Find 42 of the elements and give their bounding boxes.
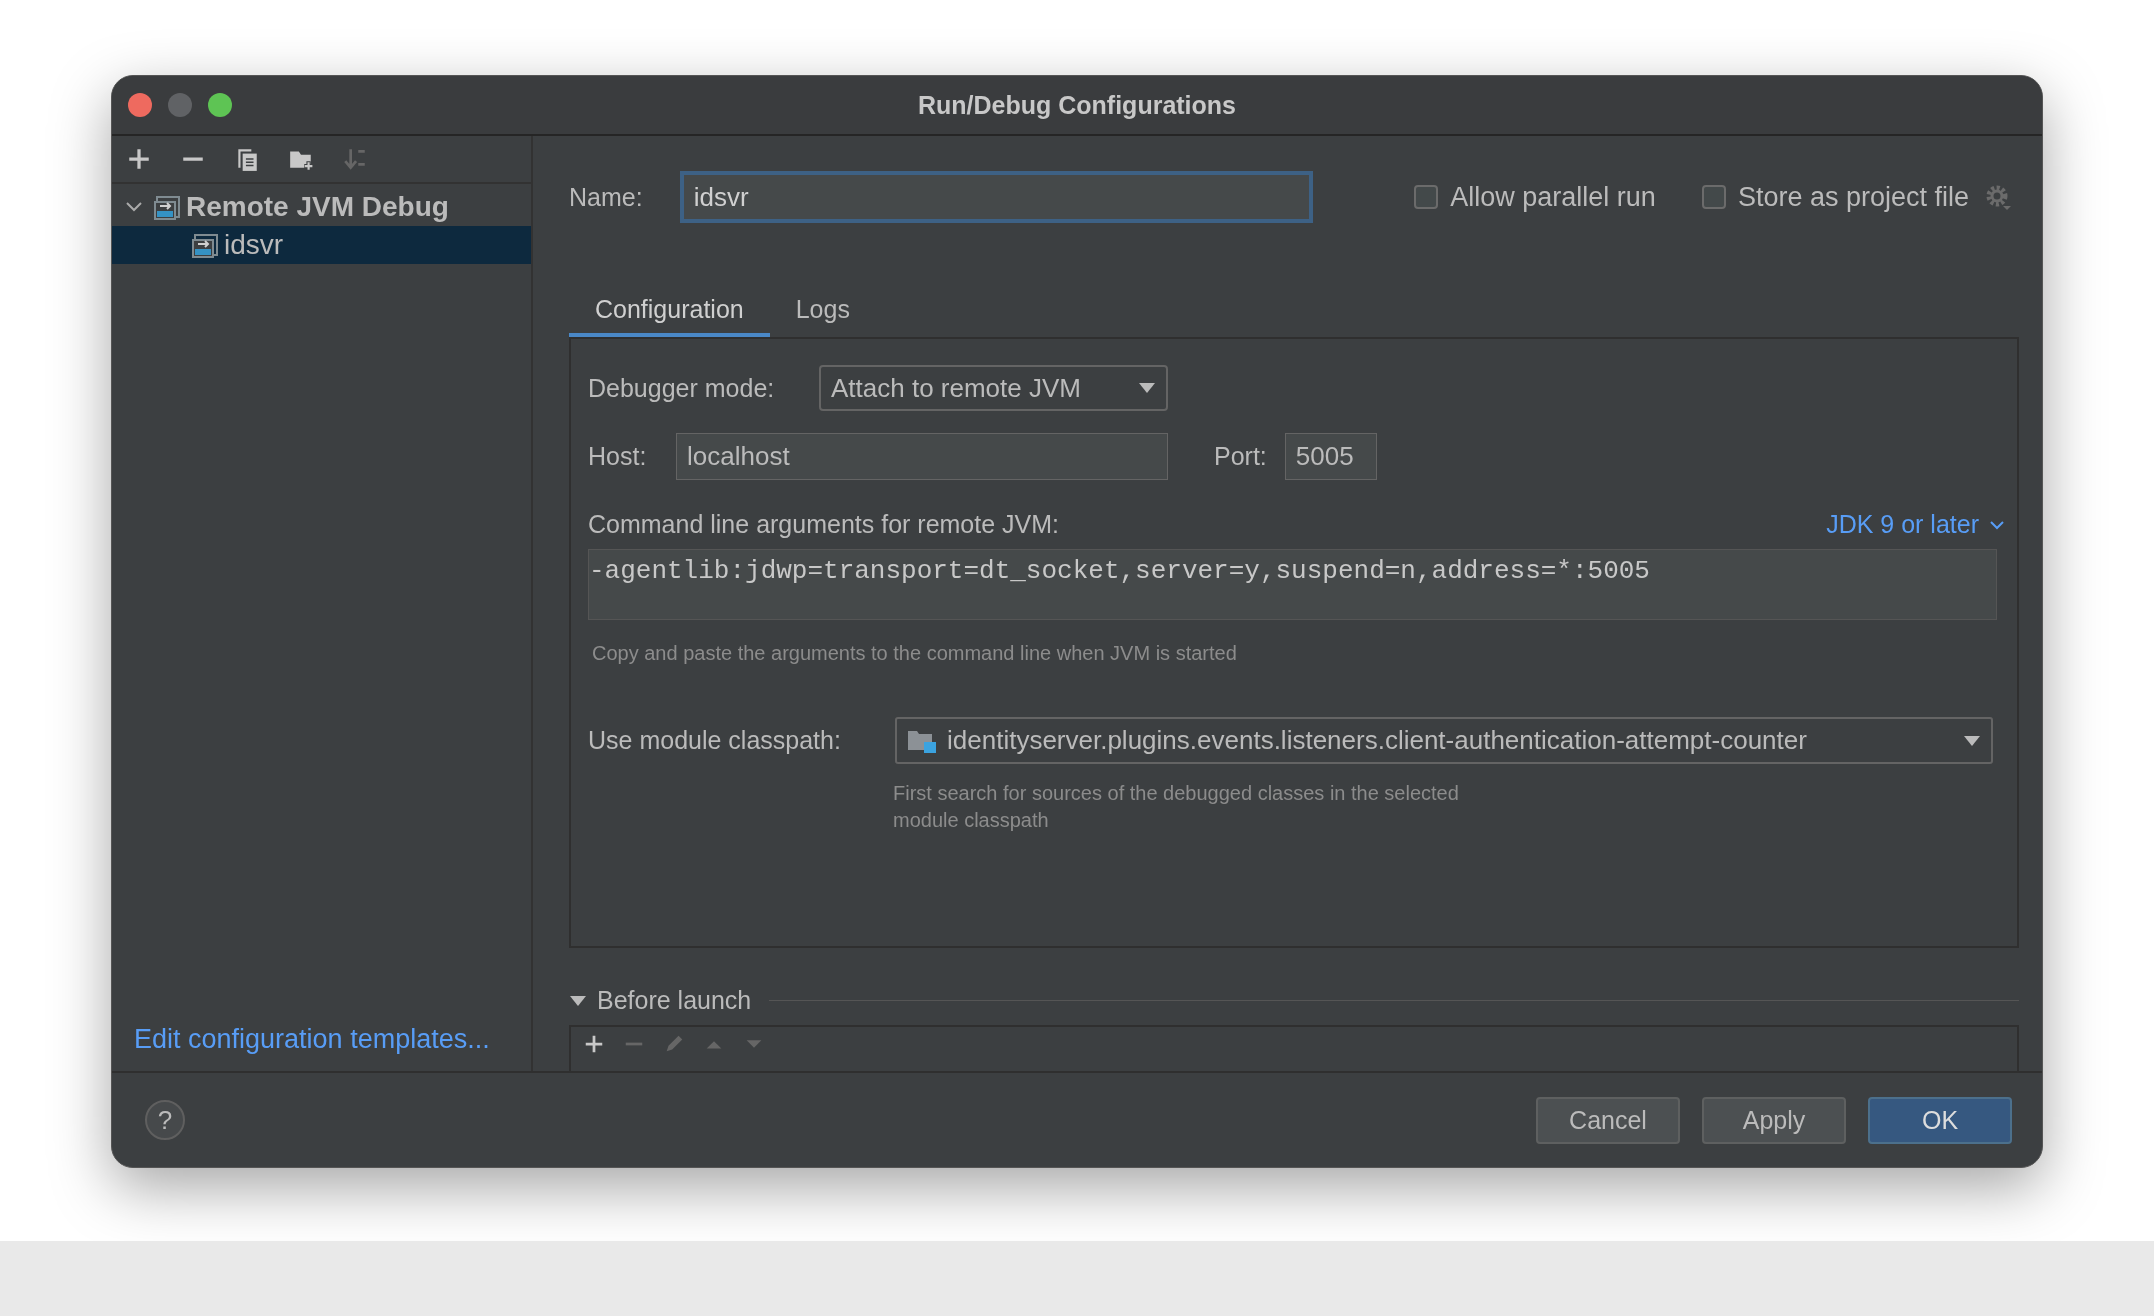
dialog-button[interactable]: OK — [1868, 1096, 2012, 1144]
window-title: Run/Debug Configurations — [918, 90, 1236, 119]
tree-item[interactable]: Remote JVM Debug — [112, 188, 531, 226]
checkbox[interactable] — [1701, 185, 1726, 209]
tree-item[interactable]: idsvr — [112, 226, 531, 264]
collapse-triangle-icon[interactable] — [569, 993, 587, 1008]
zoom-button[interactable] — [208, 93, 232, 117]
field-label: Use module classpath: — [588, 726, 841, 755]
close-button[interactable] — [128, 93, 152, 117]
debug-config-icon — [154, 194, 182, 220]
caret-icon — [1138, 382, 1156, 394]
edit-templates-link[interactable]: Edit configuration templates... — [112, 1024, 531, 1071]
tab[interactable]: Logs — [769, 285, 876, 337]
field-label: Command line arguments for remote JVM: — [588, 510, 1059, 539]
section-title: Before launch — [597, 986, 752, 1015]
debugger-mode-dropdown[interactable]: Attach to remote JVM — [819, 365, 1168, 411]
debug-config-icon — [192, 232, 220, 258]
name-field[interactable]: idsvr — [679, 171, 1313, 223]
hint-text: Copy and paste the arguments to the command line when JVM is started — [592, 642, 1238, 665]
checkbox-label: Allow parallel run — [1450, 181, 1656, 213]
field-label: Host: — [588, 442, 648, 471]
help-button[interactable]: ? — [145, 1100, 185, 1140]
add-icon[interactable] — [126, 146, 152, 172]
name-label: Name: — [569, 182, 643, 212]
module-dropdown[interactable]: identityserver.plugins.events.listeners.client-authentication-attempt-counter — [895, 717, 1993, 764]
add-icon[interactable] — [583, 1033, 605, 1055]
port-field[interactable]: 5005 — [1284, 433, 1377, 480]
jdk-version-dropdown[interactable]: JDK 9 or later — [1826, 510, 2005, 539]
dialog-button[interactable]: Cancel — [1536, 1096, 1680, 1144]
field-label: Port: — [1214, 442, 1267, 471]
caret-icon — [1963, 734, 1981, 747]
command-line-text[interactable]: -agentlib:jdwp=transport=dt_socket,server=y,suspend=n,address=*:5005 — [588, 549, 1997, 620]
host-field[interactable]: localhost — [676, 433, 1168, 480]
settings-icon[interactable] — [1985, 184, 2011, 210]
hint-text: module classpath — [893, 809, 1050, 832]
checkbox[interactable] — [1414, 185, 1439, 209]
hint-text: First search for sources of the debugged classes in the selected — [893, 782, 1460, 805]
chevron-icon — [1989, 518, 2005, 531]
checkbox-label: Store as project file — [1737, 181, 1969, 213]
tab[interactable]: Configuration — [569, 285, 770, 337]
dialog-button[interactable]: Apply — [1702, 1096, 1846, 1144]
field-label: Debugger mode: — [588, 373, 776, 403]
